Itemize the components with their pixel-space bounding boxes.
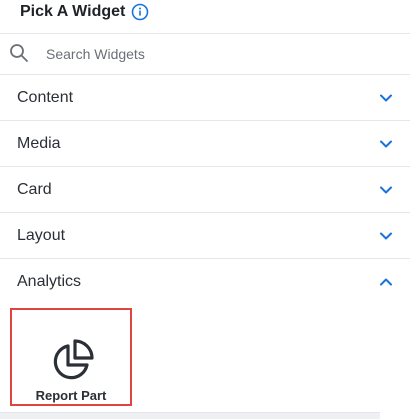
section-label: Media [17,135,61,152]
section-analytics[interactable]: Analytics [0,259,410,304]
chevron-down-icon[interactable] [378,182,394,198]
section-label: Analytics [17,273,82,290]
info-icon[interactable] [131,3,149,21]
search-bar [0,33,410,75]
section-card[interactable]: Card [0,167,410,213]
page-title: Pick A Widget [20,3,126,20]
widget-tile-report-part[interactable]: Report Part [10,308,132,406]
search-icon [10,44,28,62]
chevron-down-icon[interactable] [378,136,394,152]
section-layout[interactable]: Layout [0,213,410,259]
analytics-widget-grid: Report Part [0,305,410,418]
pie-chart-icon [53,339,94,380]
widget-picker-panel: Pick A Widget Content Media Card Layou [0,0,410,419]
chevron-down-icon[interactable] [378,90,394,106]
section-media[interactable]: Media [0,121,410,167]
chevron-up-icon[interactable] [378,274,394,290]
section-content[interactable]: Content [0,75,410,121]
section-label: Layout [17,227,66,244]
header: Pick A Widget [0,0,410,30]
search-input[interactable] [40,40,392,68]
section-label: Card [17,181,52,198]
widget-label: Report Part [35,388,107,403]
chevron-down-icon[interactable] [378,228,394,244]
section-label: Content [17,89,74,106]
